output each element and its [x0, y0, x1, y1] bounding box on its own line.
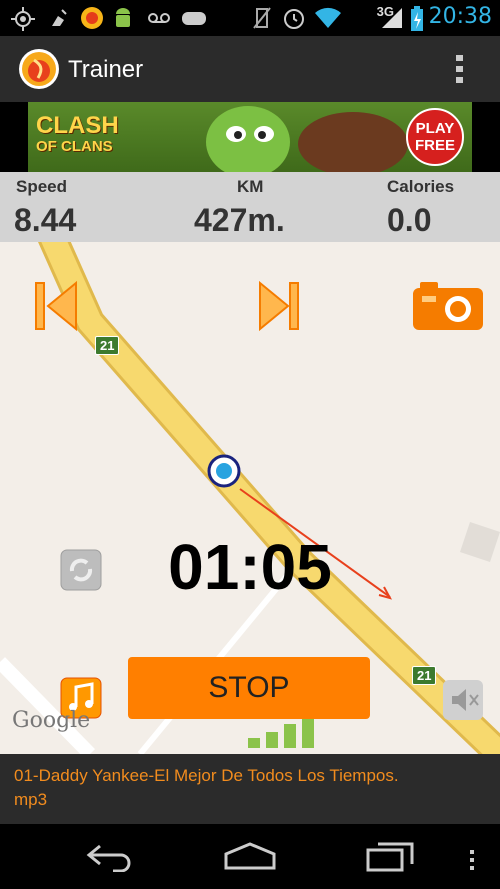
app-title: Trainer — [68, 56, 144, 83]
speed-value: 8.44 — [14, 202, 77, 238]
cleaner-icon — [52, 9, 67, 26]
stats-panel: Speed 8.44 KM 427m. Calories 0.0 — [0, 172, 500, 242]
km-label: KM — [237, 177, 264, 196]
ad-banner[interactable]: CLASH OF CLANS PLAY FREE — [28, 102, 472, 172]
goblin-character-icon — [206, 106, 408, 172]
vibrate-off-icon — [253, 7, 271, 29]
road-label: 21 — [412, 666, 437, 685]
speed-label: Speed — [16, 177, 68, 196]
status-bar: 3G 20:38 — [0, 0, 500, 36]
navigation-bar — [0, 824, 500, 889]
menu-icon[interactable] — [466, 848, 478, 872]
next-track-icon[interactable] — [258, 280, 302, 332]
home-icon[interactable] — [222, 840, 278, 872]
stop-button[interactable]: STOP — [128, 657, 370, 719]
app-logo-icon[interactable] — [18, 48, 60, 90]
track-name: 01-Daddy Yankee-El Mejor De Todos Los Ti… — [14, 766, 399, 809]
camera-icon[interactable] — [412, 280, 484, 332]
alarm-icon — [284, 9, 304, 29]
app-fire-icon — [81, 7, 103, 29]
back-icon[interactable] — [86, 842, 136, 872]
calories-label: Calories — [387, 177, 455, 196]
play-free-badge[interactable]: PLAY FREE — [406, 108, 464, 166]
overflow-menu-icon[interactable] — [452, 52, 468, 86]
wifi-icon — [315, 7, 341, 29]
km-value: 427m. — [194, 202, 285, 238]
mute-icon[interactable] — [442, 679, 484, 721]
previous-track-icon[interactable] — [34, 280, 78, 332]
battery-charging-icon — [411, 6, 423, 31]
google-logo: Google — [12, 708, 91, 733]
signal-icon — [382, 8, 402, 28]
voicemail-icon — [148, 13, 170, 23]
recent-apps-icon[interactable] — [366, 840, 416, 872]
gps-icon — [11, 7, 35, 31]
elapsed-timer: 01:05 — [168, 531, 332, 603]
android-icon — [116, 8, 130, 27]
now-playing-bar[interactable]: 01-Daddy Yankee-El Mejor De Todos Los Ti… — [0, 754, 500, 824]
gps-signal-strength-icon — [248, 716, 314, 748]
calories-value: 0.0 — [387, 202, 432, 238]
current-location-marker — [207, 454, 241, 488]
status-clock: 20:38 — [428, 4, 492, 29]
road-label: 21 — [95, 336, 120, 355]
game-controller-icon — [182, 12, 206, 25]
ad-brand-logo: CLASH OF CLANS — [36, 112, 119, 156]
